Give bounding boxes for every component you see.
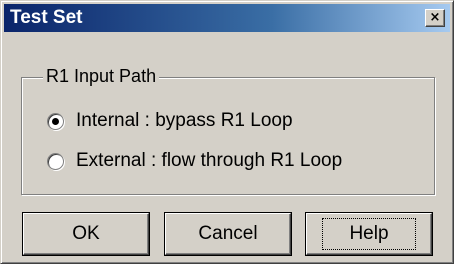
input-path-groupbox bbox=[21, 77, 435, 195]
help-button[interactable]: Help bbox=[306, 213, 432, 255]
radio-label-internal: Internal : bypass R1 Loop bbox=[76, 110, 293, 131]
ok-button-label: OK bbox=[72, 223, 100, 244]
radio-option-internal[interactable]: Internal : bypass R1 Loop bbox=[47, 108, 293, 134]
groupbox-legend: R1 Input Path bbox=[43, 65, 160, 87]
cancel-button[interactable]: Cancel bbox=[165, 213, 291, 255]
radio-label-external: External : flow through R1 Loop bbox=[76, 150, 343, 171]
title-bar[interactable]: Test Set × bbox=[4, 4, 450, 32]
close-icon[interactable]: × bbox=[425, 9, 445, 27]
radio-option-external[interactable]: External : flow through R1 Loop bbox=[47, 148, 342, 174]
window-title: Test Set bbox=[10, 7, 83, 28]
radio-selected-dot bbox=[52, 117, 59, 125]
radio-button-internal[interactable] bbox=[47, 112, 64, 130]
help-button-label: Help bbox=[322, 218, 416, 250]
ok-button[interactable]: OK bbox=[23, 213, 149, 255]
dialog-window: Test Set × R1 Input Path Internal : bypa… bbox=[0, 0, 454, 264]
radio-button-external[interactable] bbox=[47, 152, 64, 170]
cancel-button-label: Cancel bbox=[198, 223, 258, 244]
